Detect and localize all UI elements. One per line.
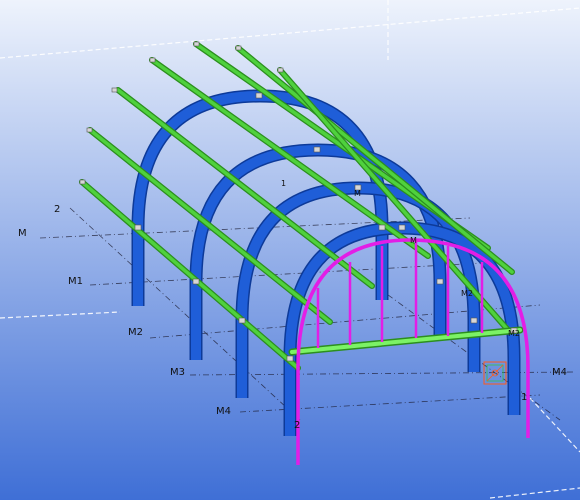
grid-label-m2: M2 [128,327,143,338]
structure-model[interactable]: 2 M M1 M2 M3 M4 M4 2 1 1 M M2 M M2 [0,0,580,500]
model-3d-viewport[interactable]: 2 M M1 M2 M3 M4 M4 2 1 1 M M2 M M2 [0,0,580,500]
member-label-m2-front: M2 [508,329,520,338]
member-label-m-front: M [410,236,417,245]
grid-label-m4-right: M4 [552,367,567,378]
grid-label-1-right: 1 [521,392,527,403]
member-label-m2: M2 [461,289,473,298]
grid-label-m4: M4 [216,406,231,417]
grid-label-2-top: 2 [54,204,60,215]
member-label-m: M [354,189,361,198]
grid-label-2-bottom: 2 [294,420,300,431]
grid-label-m1: M1 [68,276,83,287]
grid-label-m: M [18,228,27,239]
grid-label-m3: M3 [170,367,185,378]
member-label-1: 1 [281,179,286,188]
coordinate-system-icon[interactable] [483,361,507,385]
